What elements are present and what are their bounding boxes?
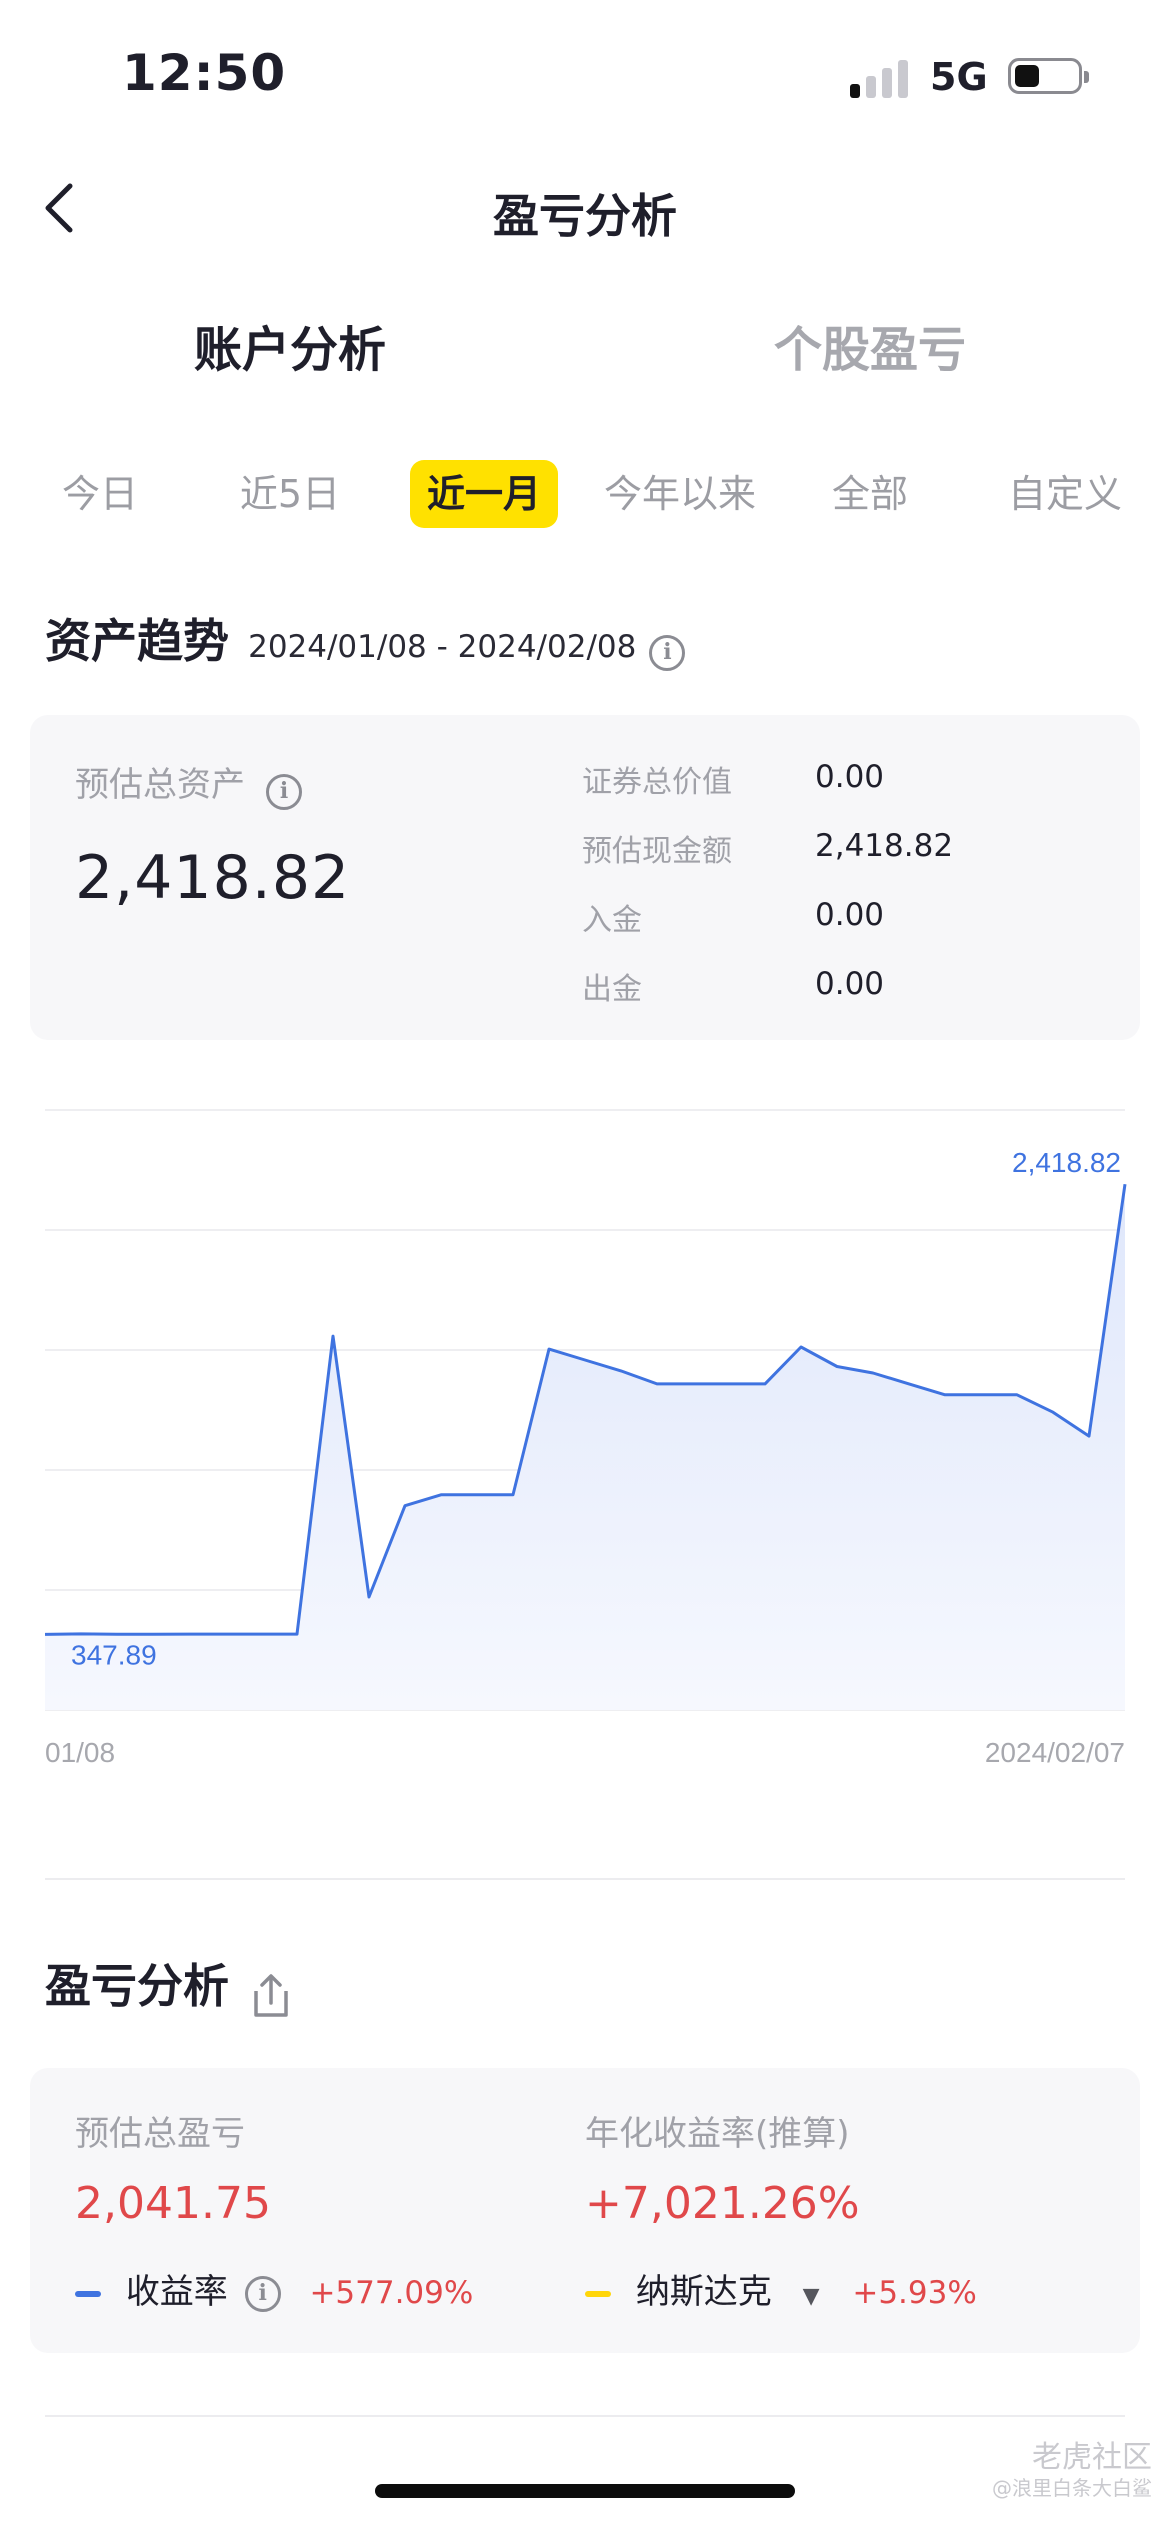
withdraw-value: 0.00 (815, 966, 885, 1002)
period-1m[interactable]: 近一月 (410, 460, 558, 528)
status-time: 12:50 (122, 44, 287, 102)
status-bar: 12:50 5G (0, 0, 1170, 150)
period-today[interactable]: 今日 (40, 460, 160, 528)
watermark-line2: @浪里白条大白鲨 (992, 2476, 1152, 2500)
period-custom[interactable]: 自定义 (995, 460, 1135, 528)
divider (45, 1878, 1125, 1880)
benchmark-value: +5.93% (852, 2275, 977, 2311)
benchmark-legend[interactable]: 纳斯达克 ▼ +5.93% (585, 2264, 977, 2313)
x-end-label: 2024/02/07 (985, 1737, 1125, 1768)
securities-value-label: 证券总价值 (582, 765, 732, 800)
benchmark-label: 纳斯达克 (635, 2272, 772, 2312)
watermark: 老虎社区 @浪里白条大白鲨 (992, 2440, 1152, 2500)
total-asset-label: 预估总资产 (75, 765, 245, 805)
asset-trend-title: 资产趋势 (45, 614, 229, 668)
info-icon[interactable] (244, 2275, 281, 2312)
period-all[interactable]: 全部 (810, 460, 930, 528)
return-value: +577.09% (309, 2275, 474, 2311)
return-legend-dash (75, 2290, 101, 2297)
withdraw-label: 出金 (582, 972, 642, 1007)
date-range: 2024/01/08 - 2024/02/08 (248, 629, 637, 665)
total-asset-label-row: 预估总资产 (75, 757, 303, 810)
asset-trend-header: 资产趋势 2024/01/08 - 2024/02/08 (45, 605, 686, 671)
divider (45, 2415, 1125, 2417)
info-icon[interactable] (649, 634, 686, 671)
total-pl-label: 预估总盈亏 (75, 2114, 245, 2154)
asset-trend-chart[interactable]: 2,418.82 347.89 01/08 2024/02/07 (0, 1090, 1170, 1810)
cash-value: 2,418.82 (815, 828, 954, 864)
total-asset-value: 2,418.82 (75, 843, 351, 913)
tab-account-analysis[interactable]: 账户分析 (90, 310, 490, 380)
max-value-label: 2,418.82 (1012, 1147, 1121, 1178)
signal-icon (850, 58, 914, 98)
cash-label: 预估现金额 (582, 834, 732, 869)
benchmark-legend-dash (585, 2290, 611, 2297)
dropdown-triangle-icon[interactable]: ▼ (803, 2284, 820, 2309)
page-title: 盈亏分析 (493, 189, 677, 243)
series-area (45, 1184, 1125, 1710)
annual-return-value: +7,021.26% (585, 2178, 860, 2229)
return-legend: 收益率 +577.09% (75, 2264, 473, 2313)
home-indicator[interactable] (375, 2484, 795, 2498)
main-tabs: 账户分析 个股盈亏 (0, 310, 1170, 390)
securities-value: 0.00 (815, 759, 885, 795)
total-pl-value: 2,041.75 (75, 2178, 271, 2229)
return-label: 收益率 (125, 2272, 228, 2312)
period-5d[interactable]: 近5日 (225, 460, 355, 528)
chart-svg: 2,418.82 347.89 01/08 2024/02/07 (44, 1109, 1127, 1768)
asset-summary-card: 预估总资产 2,418.82 证券总价值 0.00 预估现金额 2,418.82… (30, 715, 1140, 1040)
share-icon[interactable] (248, 1971, 294, 2025)
pl-card: 预估总盈亏 2,041.75 年化收益率(推算) +7,021.26% 收益率 … (30, 2068, 1140, 2353)
battery-icon (1008, 58, 1089, 94)
min-value-label: 347.89 (71, 1639, 157, 1670)
deposit-label: 入金 (582, 903, 642, 938)
watermark-line1: 老虎社区 (1032, 2440, 1152, 2475)
nav-bar: 盈亏分析 (0, 160, 1170, 260)
annual-return-label: 年化收益率(推算) (585, 2114, 850, 2154)
tab-stock-pl[interactable]: 个股盈亏 (670, 310, 1070, 380)
pl-header: 盈亏分析 (45, 1950, 294, 2025)
network-type: 5G (930, 55, 988, 99)
info-icon[interactable] (266, 773, 303, 810)
deposit-value: 0.00 (815, 897, 885, 933)
pl-title: 盈亏分析 (45, 1959, 229, 2013)
x-start-label: 01/08 (45, 1737, 115, 1768)
period-tabs: 今日 近5日 近一月 今年以来 全部 自定义 (0, 460, 1170, 530)
period-ytd[interactable]: 今年以来 (595, 460, 765, 528)
